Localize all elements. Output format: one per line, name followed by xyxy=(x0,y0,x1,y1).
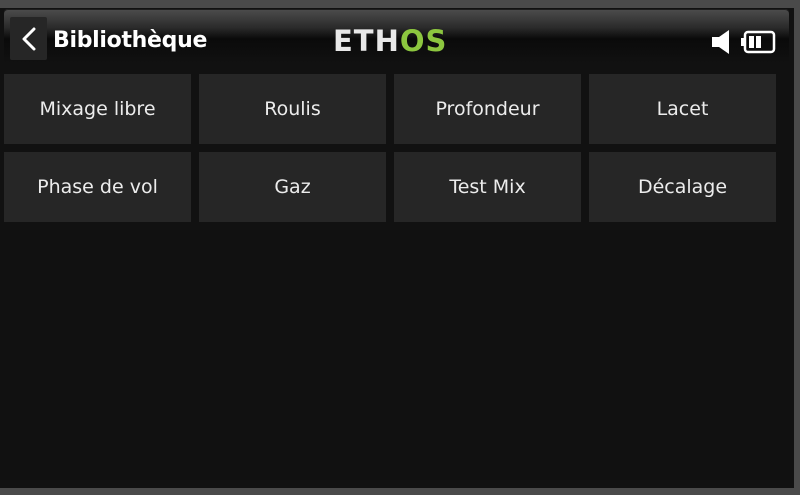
library-item-roulis[interactable]: Roulis xyxy=(199,74,386,144)
library-item-decalage[interactable]: Décalage xyxy=(589,152,776,222)
ethos-logo: ETHOS xyxy=(333,26,447,56)
library-item-profondeur[interactable]: Profondeur xyxy=(394,74,581,144)
library-item-test-mix[interactable]: Test Mix xyxy=(394,152,581,222)
library-item-mixage-libre[interactable]: Mixage libre xyxy=(4,74,191,144)
back-button[interactable] xyxy=(10,17,47,60)
library-item-phase-de-vol[interactable]: Phase de vol xyxy=(4,152,191,222)
page-title: Bibliothèque xyxy=(53,28,208,53)
battery-icon xyxy=(741,30,776,54)
chevron-left-icon xyxy=(22,27,36,51)
library-item-gaz[interactable]: Gaz xyxy=(199,152,386,222)
library-item-lacet[interactable]: Lacet xyxy=(589,74,776,144)
speaker-icon[interactable] xyxy=(711,29,735,55)
logo-text-os: OS xyxy=(399,24,448,58)
logo-text-eth: ETH xyxy=(333,24,400,58)
